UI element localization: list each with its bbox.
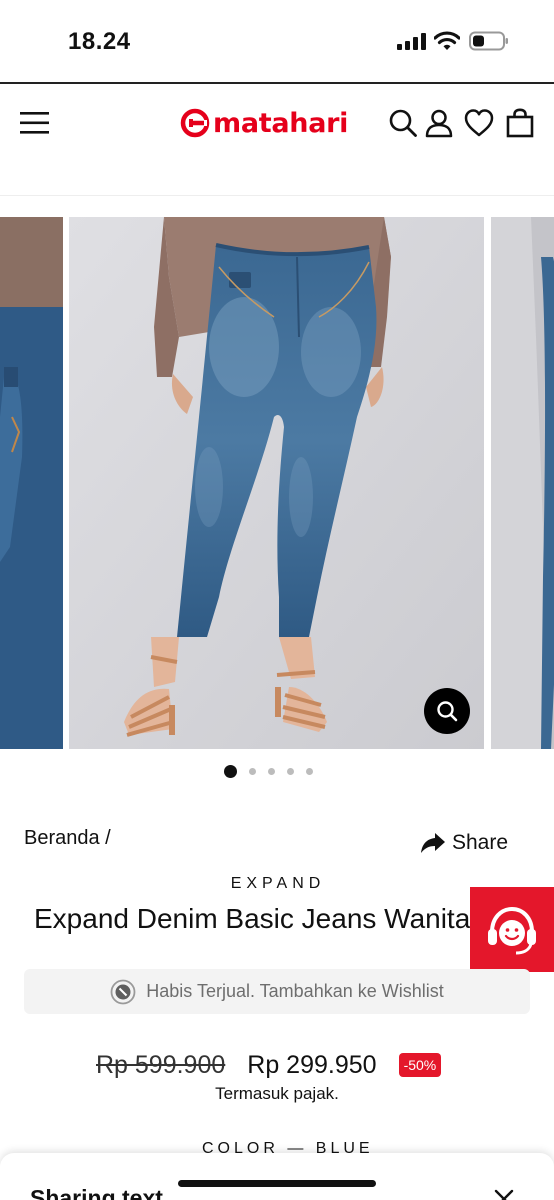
product-image-jeans xyxy=(69,217,484,749)
site-header: matahari xyxy=(0,84,554,164)
heart-icon[interactable] xyxy=(464,108,494,138)
original-price: Rp 599.900 xyxy=(96,1050,226,1079)
product-image-previous xyxy=(0,217,63,749)
share-button[interactable]: Share xyxy=(420,830,508,856)
wifi-icon xyxy=(434,31,460,50)
sharing-bottom-sheet: Sharing text xyxy=(0,1153,554,1200)
sheet-title: Sharing text xyxy=(30,1185,163,1200)
carousel-dot[interactable] xyxy=(268,767,275,775)
cellular-signal-icon xyxy=(397,33,426,50)
home-indicator xyxy=(178,1180,376,1187)
carousel-dot[interactable] xyxy=(306,767,313,775)
magnifier-icon xyxy=(437,701,458,722)
logo-mark-icon xyxy=(180,108,210,138)
search-icon[interactable] xyxy=(388,108,418,138)
share-label: Share xyxy=(452,831,509,854)
soldout-wishlist-button[interactable]: Habis Terjual. Tambahkan ke Wishlist xyxy=(24,969,530,1014)
sale-price: Rp 299.950 xyxy=(247,1050,377,1079)
carousel-slide-active[interactable] xyxy=(69,217,484,749)
header-divider xyxy=(0,195,554,196)
product-image-carousel[interactable] xyxy=(0,217,554,749)
price-row: Rp 599.900 Rp 299.950 -50% xyxy=(96,1048,442,1082)
carousel-slide-next[interactable] xyxy=(491,217,554,749)
battery-icon xyxy=(469,31,508,51)
carousel-dot[interactable] xyxy=(249,767,256,775)
account-icon[interactable] xyxy=(424,108,454,138)
product-image-next xyxy=(491,217,554,749)
product-title: Expand Denim Basic Jeans Wanita xyxy=(34,903,471,934)
soldout-message: Habis Terjual. Tambahkan ke Wishlist xyxy=(146,981,444,1001)
color-label: COLOR — BLUE xyxy=(202,1140,374,1154)
carousel-slide-previous[interactable] xyxy=(0,217,63,749)
status-bar: 18.24 xyxy=(0,0,554,82)
carousel-dot[interactable] xyxy=(287,767,294,775)
matahari-logo[interactable]: matahari xyxy=(180,106,348,140)
carousel-pagination xyxy=(224,764,334,778)
shopping-bag-icon[interactable] xyxy=(505,108,535,138)
carousel-dot[interactable] xyxy=(224,764,237,778)
status-time: 18.24 xyxy=(68,28,131,55)
soldout-icon xyxy=(110,979,136,1004)
breadcrumb[interactable]: Beranda / xyxy=(24,827,111,850)
tax-note: Termasuk pajak. xyxy=(215,1084,339,1103)
zoom-button[interactable] xyxy=(424,688,470,734)
logo-text: matahari xyxy=(213,107,349,139)
menu-icon[interactable] xyxy=(20,110,50,136)
close-icon[interactable] xyxy=(494,1189,514,1200)
discount-badge: -50% xyxy=(398,1053,442,1077)
share-arrow-icon xyxy=(421,833,445,853)
customer-service-chat-button[interactable] xyxy=(470,887,554,972)
headset-support-icon xyxy=(488,906,536,954)
